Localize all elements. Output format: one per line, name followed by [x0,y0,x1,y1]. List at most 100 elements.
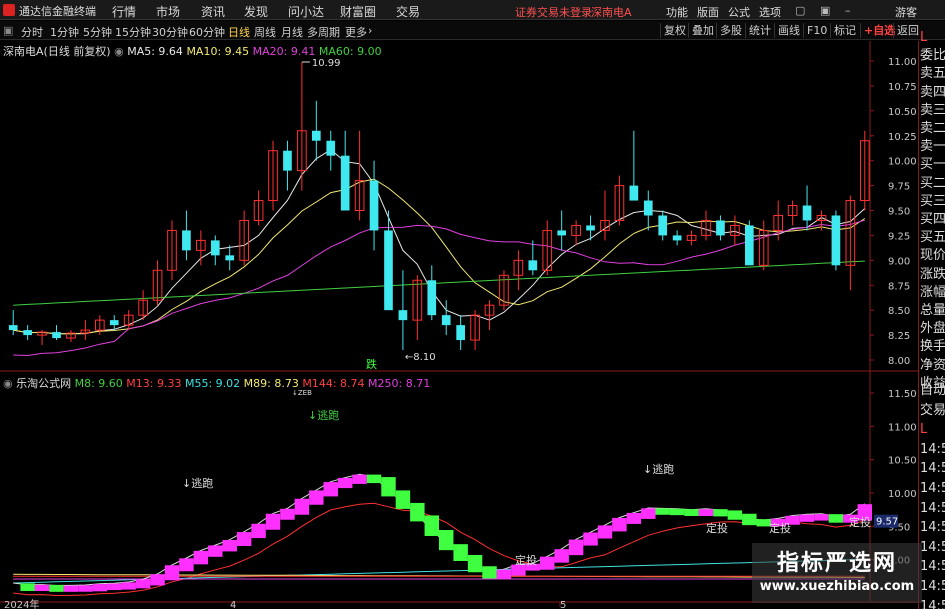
main-tick-label: 9.00 [888,256,910,267]
window-minimize-icon[interactable]: – [845,4,851,17]
step-bar-up [164,565,180,581]
signal-dingtou-4: 定投 [849,515,871,529]
step-bar-up [179,558,194,572]
step-bar-up [540,556,555,570]
sidebar-quote-label: 买二 [920,175,945,191]
menu-news[interactable]: 资讯 [201,3,225,20]
period-5min[interactable]: 5分钟 [83,24,112,40]
sidebar-quote-label: 委比 [920,48,945,64]
fall-signal: 跌 [366,357,377,371]
step-bar-up [280,508,295,520]
period-monthly[interactable]: 月线 [281,24,303,40]
ma60-line [13,260,865,306]
tool-overlay[interactable]: 叠加 [688,23,717,38]
xaxis-label-may: 5 [560,600,566,609]
sidebar-trade-label: 交易 [920,402,945,418]
tool-layout[interactable]: 版面 [697,4,719,20]
toolbar-grid-icon[interactable]: ▣ [3,24,13,37]
stock-tag: 深南电A [591,6,632,19]
ma5-value: MA5: 9.64 [127,45,183,58]
step-bar-down [828,514,844,523]
step-bar-down [713,509,728,517]
sidebar-trade-label: 14:56 [920,539,945,555]
kline-chart[interactable]: 11.00 10.75 10.50 10.25 10.00 9.75 9.50 9.25 9.0… [0,41,918,609]
step-bar-up [121,582,136,590]
candle-body-down [557,230,567,236]
menu-trade[interactable]: 交易 [396,3,420,20]
sidebar-quote-label: 卖二 [920,121,945,136]
candle-body-down [456,325,465,341]
login-warning[interactable]: 证券交易未登录 [515,4,592,20]
period-intraday[interactable]: 分时 [21,24,43,40]
window-tile-icon[interactable]: ▣ [820,4,830,17]
sidebar-quote-label: 卖五 [920,66,945,82]
tool-adjust[interactable]: 复权 [660,23,689,38]
more-chevron-icon[interactable]: › [368,24,372,37]
period-15min[interactable]: 15分钟 [115,24,151,40]
step-bar-up [323,482,338,497]
ma60-value: MA60: 9.00 [318,45,382,58]
tool-formula[interactable]: 公式 [728,4,750,20]
sidebar-quote-label: 外盘 [920,321,945,337]
candle-body-down [210,240,220,256]
sidebar-quote-label: 买四 [920,212,945,227]
ma20-line [13,219,865,357]
menu-wealth[interactable]: 财富圈 [340,3,376,20]
period-toolbar: ▣ 分时 1分钟 5分钟 15分钟 30分钟 60分钟 日线 周线 月线 多周期… [0,21,945,40]
step-bar-down [424,515,439,536]
menu-discover[interactable]: 发现 [244,3,268,20]
app-title: 通达信金融终端 [19,5,96,18]
tool-mark[interactable]: 标记 [830,23,859,38]
step-bar-up [814,514,829,521]
candle-body-down [427,280,437,316]
step-bar-down [467,555,483,573]
candle-body-down [340,155,350,211]
candle-body-down [384,230,393,311]
m55-value: M55: 9.02 [184,377,241,390]
main-panel-header: 深南电A(日线 前复权) ◉ MA5: 9.64 MA10: 9.45 MA20… [3,43,382,59]
menu-ask[interactable]: 问小达 [288,3,324,20]
tool-draw[interactable]: 画线 [774,23,803,38]
period-daily[interactable]: 日线 [228,24,250,40]
step-bar-up [236,532,252,546]
step-bar-up [597,525,613,539]
sidebar-quote-label: 总量 [920,303,945,318]
guest-label[interactable]: 游客 [895,4,917,20]
period-1min[interactable]: 1分钟 [50,24,79,40]
tool-f10[interactable]: F10 [803,23,830,38]
m250-value: M250: 8.71 [368,377,431,390]
period-more[interactable]: 更多 [345,24,367,40]
menu-quotes[interactable]: 行情 [112,3,136,20]
tool-stats[interactable]: 统计 [745,23,774,38]
window-restore-icon[interactable]: ▢ [795,4,805,17]
sidebar-trade-label: 14:56 [920,559,945,575]
candle-body-down [658,215,668,236]
step-bar-up [265,513,281,530]
period-weekly[interactable]: 周线 [254,24,276,40]
period-30min[interactable]: 30分钟 [152,24,188,40]
sidebar-trade-label: 14:56 [920,500,945,516]
tool-multi-stock[interactable]: 多股 [716,23,745,38]
candle-body-down [672,235,682,241]
candle-body-down [528,260,538,271]
period-multi[interactable]: 多周期 [307,24,340,40]
sub-settings-icon[interactable]: ◉ [3,377,16,390]
step-bar-up [612,517,627,532]
tool-function[interactable]: 功能 [666,4,688,20]
step-bar-up [63,585,79,592]
settings-icon[interactable]: ◉ [114,45,127,58]
candle-body-down [629,185,639,201]
main-tick-label: 9.75 [888,182,910,193]
tool-options[interactable]: 选项 [759,4,781,20]
period-60min[interactable]: 60分钟 [189,24,225,40]
sidebar-quote-label: 买一 [920,157,945,173]
main-tick-label: 9.25 [888,231,910,242]
sub-tick-label: 11.50 [888,389,917,400]
menu-market[interactable]: 市场 [156,3,180,20]
back-button[interactable]: 返回 [893,23,922,38]
sidebar-trade-label: 14:56 [920,461,945,477]
step-bar-down [669,508,685,516]
candle-body-down [311,130,321,141]
candle-body-down [182,230,191,251]
step-bar-down [727,510,743,520]
